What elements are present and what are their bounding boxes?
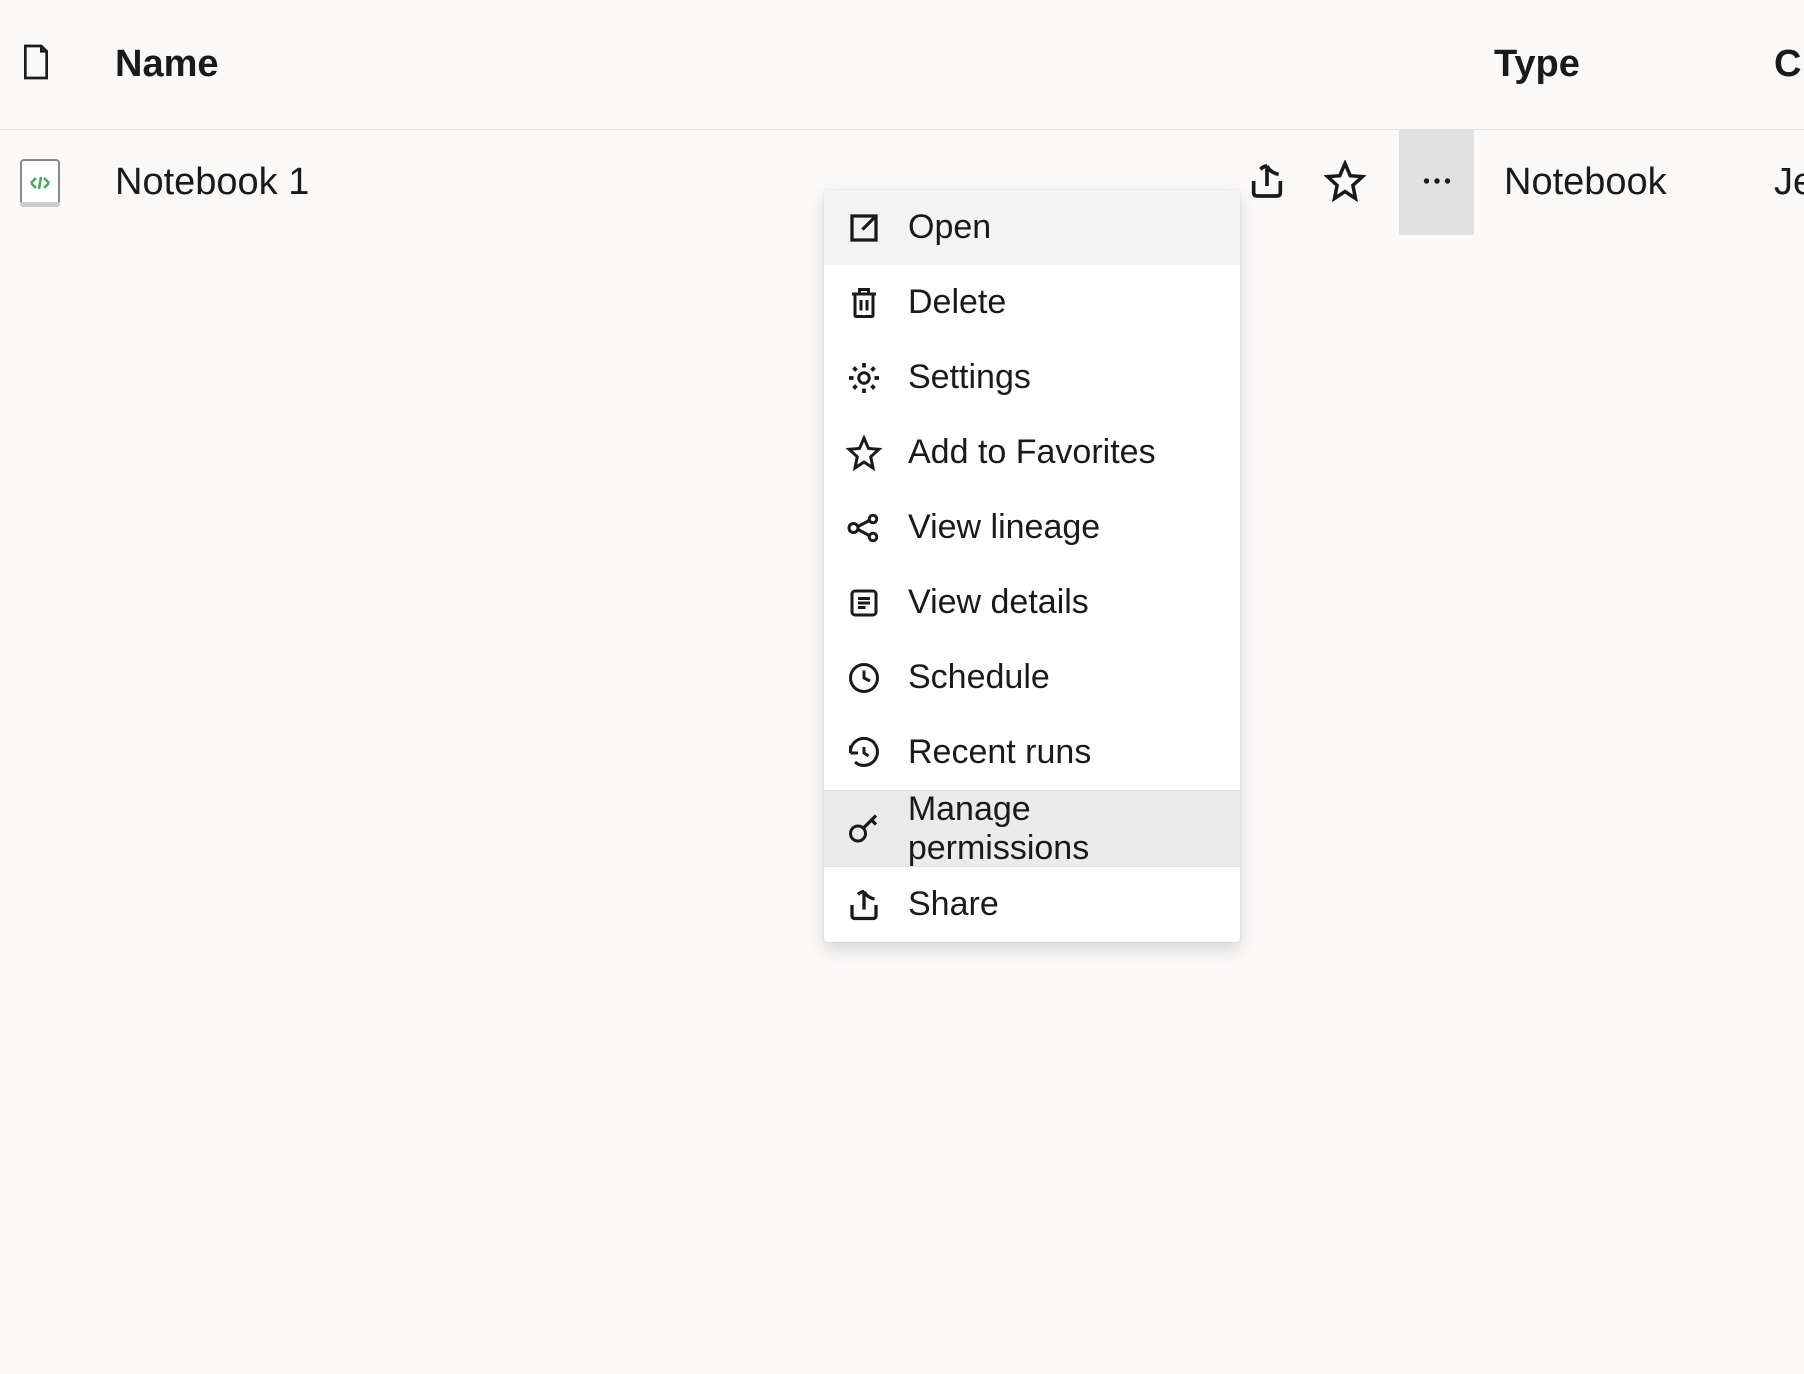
menu-item-label: Recent runs: [908, 733, 1091, 772]
item-type: Notebook: [1474, 161, 1774, 204]
context-menu: Open Delete Settings Add to Favorites: [824, 190, 1240, 942]
menu-item-delete[interactable]: Delete: [824, 265, 1240, 340]
header-icon-cell: [20, 42, 115, 87]
menu-item-share[interactable]: Share: [824, 867, 1240, 942]
menu-item-view-lineage[interactable]: View lineage: [824, 490, 1240, 565]
menu-item-label: Delete: [908, 283, 1006, 322]
item-owner: Jer: [1774, 161, 1804, 204]
details-icon: [844, 583, 884, 623]
share-button[interactable]: [1243, 159, 1291, 207]
gear-icon: [844, 358, 884, 398]
menu-item-label: Share: [908, 885, 999, 924]
more-horizontal-icon: [1419, 163, 1455, 202]
history-icon: [844, 733, 884, 773]
share-icon: [844, 885, 884, 925]
menu-item-label: Settings: [908, 358, 1031, 397]
menu-item-recent-runs[interactable]: Recent runs: [824, 715, 1240, 790]
menu-item-view-details[interactable]: View details: [824, 565, 1240, 640]
column-header-owner[interactable]: C: [1774, 43, 1804, 86]
favorite-button[interactable]: [1321, 159, 1369, 207]
menu-item-label: Schedule: [908, 658, 1050, 697]
star-icon: [1324, 160, 1366, 205]
more-actions-button[interactable]: [1399, 130, 1474, 235]
clock-icon: [844, 658, 884, 698]
menu-item-open[interactable]: Open: [824, 190, 1240, 265]
item-icon-cell: [20, 159, 115, 207]
column-header-name[interactable]: Name: [115, 43, 1444, 86]
menu-item-schedule[interactable]: Schedule: [824, 640, 1240, 715]
menu-item-add-favorites[interactable]: Add to Favorites: [824, 415, 1240, 490]
menu-item-label: Open: [908, 208, 991, 247]
menu-item-manage-permissions[interactable]: Manage permissions: [824, 791, 1240, 866]
notebook-icon: [20, 159, 60, 207]
menu-item-label: View lineage: [908, 508, 1100, 547]
key-icon: [844, 809, 884, 849]
open-external-icon: [844, 208, 884, 248]
menu-item-label: Add to Favorites: [908, 433, 1156, 472]
menu-item-settings[interactable]: Settings: [824, 340, 1240, 415]
row-actions: [1243, 159, 1399, 207]
column-header-type[interactable]: Type: [1444, 43, 1774, 86]
menu-item-label: Manage permissions: [908, 790, 1220, 868]
document-icon: [20, 42, 52, 87]
lineage-icon: [844, 508, 884, 548]
menu-item-label: View details: [908, 583, 1089, 622]
trash-icon: [844, 283, 884, 323]
share-icon: [1247, 161, 1287, 204]
table-header-row: Name Type C: [0, 0, 1804, 130]
star-icon: [844, 433, 884, 473]
